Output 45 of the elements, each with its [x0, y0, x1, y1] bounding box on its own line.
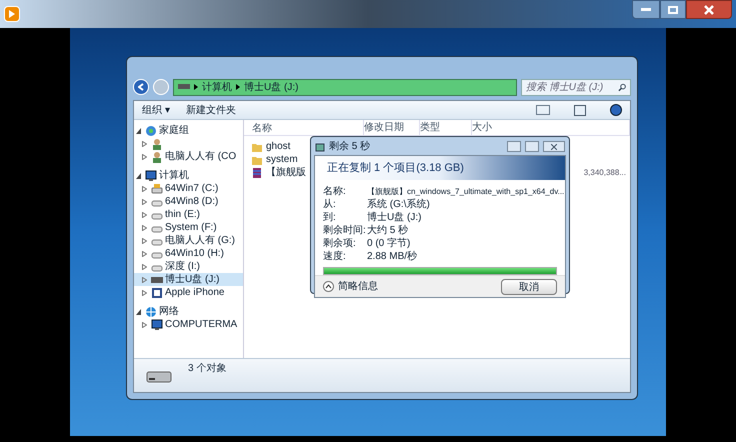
- file-name[interactable]: ghost: [266, 139, 290, 154]
- tree-item[interactable]: 64Win10 (H:): [134, 247, 243, 260]
- field-label: 剩余时间:: [323, 225, 367, 237]
- tree-item[interactable]: 家庭组: [134, 124, 243, 137]
- new-folder-button[interactable]: 新建文件夹: [186, 102, 236, 118]
- search-field[interactable]: 搜索 博士U盘 (J:): [521, 78, 631, 96]
- field-value: 博士U盘 (J:): [367, 212, 422, 224]
- column-header[interactable]: 名称: [244, 120, 364, 135]
- column-header[interactable]: 大小: [472, 120, 630, 135]
- field-value: 系统 (G:\系统): [367, 199, 430, 211]
- field-value: 大约 5 秒: [367, 225, 408, 237]
- tree-item[interactable]: 深度 (I:): [134, 260, 243, 273]
- tree-item[interactable]: COMPUTERMA: [134, 318, 243, 331]
- tree-item[interactable]: 网络: [134, 305, 243, 318]
- tree-item[interactable]: thin (E:): [134, 208, 243, 221]
- field-value: 2.88 MB/秒: [367, 251, 418, 263]
- tree-item[interactable]: 博士U盘 (J:): [134, 273, 243, 286]
- tree-item[interactable]: 64Win7 (C:): [134, 182, 243, 195]
- file-name[interactable]: system: [266, 152, 298, 167]
- status-text: 3 个对象: [188, 362, 226, 376]
- tree-item[interactable]: 计算机: [134, 169, 243, 182]
- tree-item[interactable]: System (F:): [134, 221, 243, 234]
- organize-menu[interactable]: 组织 ▾: [142, 102, 170, 118]
- dialog-title: 剩余 5 秒: [329, 140, 370, 154]
- copy-heading: 正在复制 1 个项目(3.18 GB): [327, 160, 464, 176]
- field-value: 【旗舰版】cn_windows_7_ultimate_with_sp1_x64_dv...: [367, 186, 564, 198]
- breadcrumb-item[interactable]: 计算机: [202, 80, 232, 94]
- field-label: 速度:: [323, 251, 347, 263]
- field-label: 名称:: [323, 186, 347, 198]
- field-value: 0 (0 字节): [367, 238, 410, 250]
- field-label: 剩余项:: [323, 238, 357, 250]
- column-header[interactable]: 修改日期: [364, 120, 420, 135]
- file-size: 3,340,388...: [582, 166, 627, 178]
- tree-item[interactable]: Apple iPhone: [134, 286, 243, 299]
- tree-item[interactable]: 64Win8 (D:): [134, 195, 243, 208]
- file-name[interactable]: 【旗舰版: [266, 165, 306, 180]
- details-toggle[interactable]: 简略信息: [323, 279, 378, 294]
- field-label: 到:: [323, 212, 337, 224]
- field-label: 从:: [323, 199, 337, 211]
- breadcrumb-item[interactable]: 博士U盘 (J:): [244, 80, 298, 94]
- address-bar[interactable]: 计算机 博士U盘 (J:): [173, 78, 517, 96]
- tree-item[interactable]: 电脑人人有 (CO: [134, 150, 243, 163]
- column-header[interactable]: 类型: [420, 120, 472, 135]
- tree-item[interactable]: 电脑人人有 (G:): [134, 234, 243, 247]
- cancel-button[interactable]: 取消: [501, 278, 557, 294]
